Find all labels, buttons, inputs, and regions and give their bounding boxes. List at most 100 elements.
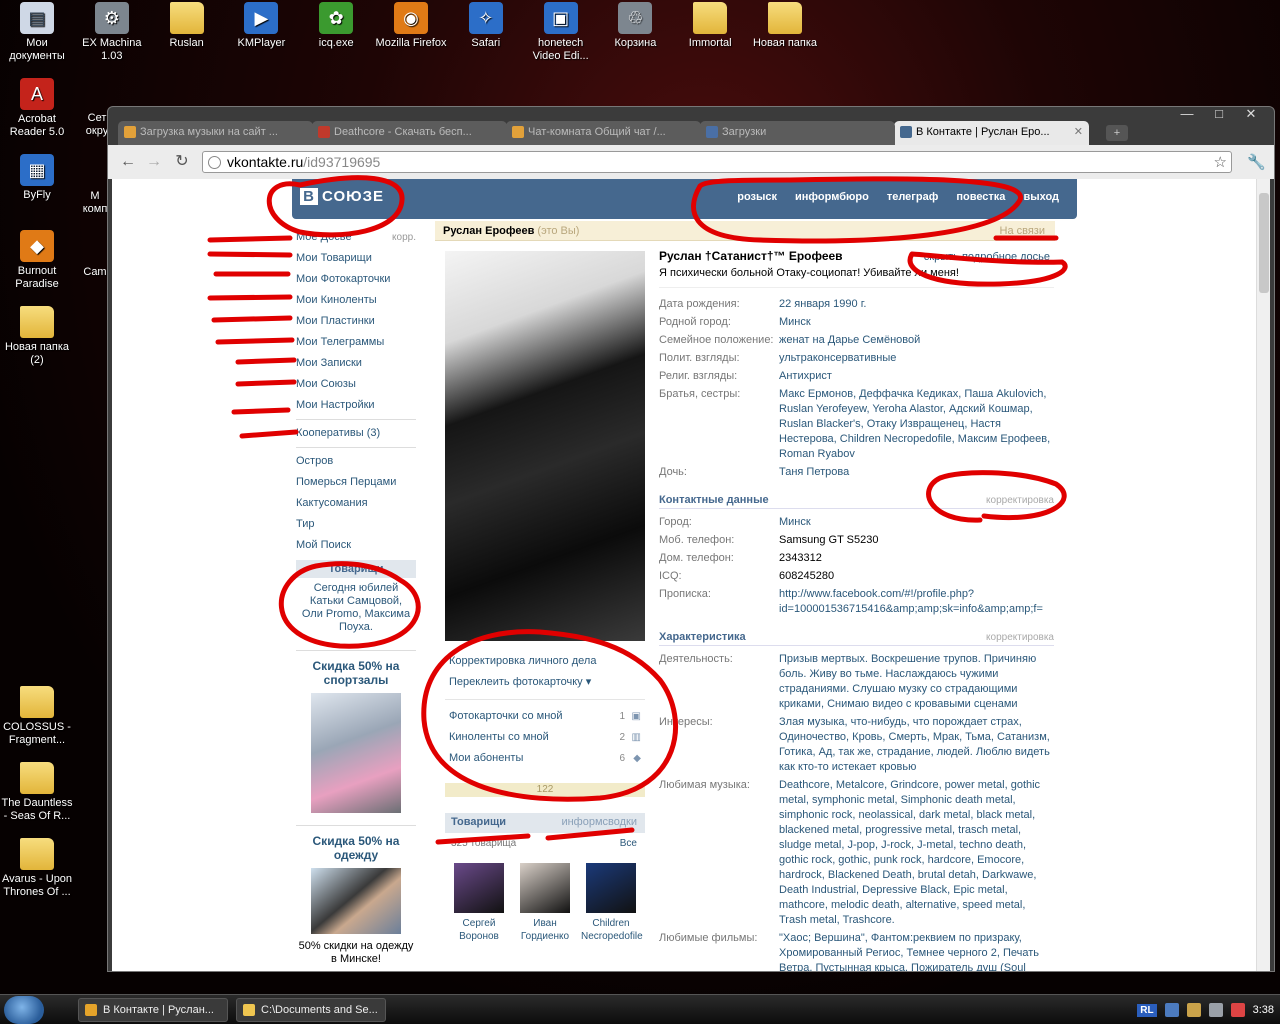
- ad-image[interactable]: [311, 868, 401, 934]
- forward-icon[interactable]: →: [144, 153, 164, 171]
- nav-3[interactable]: повестка: [956, 191, 1005, 203]
- info-value[interactable]: ультраконсервативные: [779, 351, 896, 366]
- menu-edit-link[interactable]: корр.: [392, 227, 416, 248]
- close-button[interactable]: ✕: [1236, 107, 1266, 123]
- menu-app-1[interactable]: Померься Перцами: [296, 472, 416, 493]
- info-value[interactable]: Злая музыка, что-нибудь, что порождает с…: [779, 715, 1054, 775]
- volume-icon[interactable]: [1208, 1003, 1223, 1017]
- browser-tab-1[interactable]: Deathcore - Скачать бесп...: [312, 121, 507, 145]
- desktop-icon-computer-partial[interactable]: М комп: [82, 190, 108, 216]
- hide-details-link[interactable]: скрыть подробное досье: [924, 251, 1050, 263]
- desktop-icon-left-3[interactable]: Новая папка (2): [0, 306, 74, 367]
- desktop-icon-left-1[interactable]: ▦ ByFly: [0, 154, 74, 202]
- tray-app-icon[interactable]: [1186, 1003, 1201, 1017]
- desktop-icon-3[interactable]: ▶ KMPlayer: [224, 2, 298, 50]
- friend-card-2[interactable]: Children Necropedofile: [581, 863, 643, 943]
- friend-card-0[interactable]: Сергей Воронов: [449, 863, 509, 943]
- browser-tab-2[interactable]: Чат-комната Общий чат /...: [506, 121, 701, 145]
- tray-alert-icon[interactable]: [1230, 1003, 1245, 1017]
- start-button[interactable]: [4, 996, 44, 1024]
- info-value[interactable]: Deathcore, Metalcore, Grindcore, power m…: [779, 778, 1054, 928]
- ad-sports[interactable]: Скидка 50% на спортзалы: [296, 650, 416, 813]
- traits-edit-link[interactable]: корректировка: [986, 632, 1054, 643]
- desktop-icon-7[interactable]: ▣ honetech Video Edi...: [524, 2, 598, 63]
- contacts-edit-link[interactable]: корректировка: [986, 495, 1054, 506]
- menu-app-4[interactable]: Мой Поиск: [296, 535, 416, 556]
- desktop-icon-left-5[interactable]: The Dauntless - Seas Of R...: [0, 762, 74, 823]
- avatar[interactable]: [454, 863, 504, 913]
- menu-item-5[interactable]: Мои Телеграммы: [296, 332, 416, 353]
- desktop-icon-left-4[interactable]: COLOSSUS - Fragment...: [0, 686, 74, 747]
- desktop-icon-left-0[interactable]: A Acrobat Reader 5.0: [0, 78, 74, 139]
- info-value[interactable]: Минск: [779, 315, 811, 330]
- photo-link-2[interactable]: Мои абоненты 6 ◆: [445, 748, 645, 769]
- menu-item-6[interactable]: Мои Записки: [296, 353, 416, 374]
- info-value[interactable]: Призыв мертвых. Воскрешение трупов. Прич…: [779, 652, 1054, 712]
- ad-image[interactable]: [311, 693, 401, 813]
- menu-item-0[interactable]: Моё Досье корр.: [296, 227, 416, 248]
- desktop-icon-5[interactable]: ◉ Mozilla Firefox: [374, 2, 448, 50]
- desktop-icon-6[interactable]: ✧ Safari: [449, 2, 523, 50]
- menu-coops[interactable]: Кооперативы (3): [296, 423, 416, 444]
- taskbar-task-1[interactable]: C:\Documents and Se...: [236, 998, 386, 1022]
- address-bar[interactable]: vkontakte.ru/id93719695 ☆: [202, 151, 1232, 173]
- back-icon[interactable]: ←: [118, 153, 138, 171]
- tab-close-icon[interactable]: ✕: [1074, 125, 1083, 138]
- info-value[interactable]: http://www.facebook.com/#!/profile.php?i…: [779, 587, 1054, 617]
- menu-item-8[interactable]: Мои Настройки: [296, 395, 416, 416]
- desktop-icon-10[interactable]: Новая папка: [748, 2, 822, 50]
- info-value[interactable]: Samsung GT S5230: [779, 533, 878, 548]
- info-value[interactable]: женат на Дарье Семёновой: [779, 333, 920, 348]
- tab-friends[interactable]: Товарищи: [451, 816, 506, 828]
- avatar[interactable]: [520, 863, 570, 913]
- desktop-icon-left-6[interactable]: Avarus - Upon Thrones Of ...: [0, 838, 74, 899]
- info-value[interactable]: Минск: [779, 515, 811, 530]
- menu-item-3[interactable]: Мои Киноленты: [296, 290, 416, 311]
- desktop-icon-4[interactable]: ✿ icq.exe: [299, 2, 373, 50]
- desktop-icon-2[interactable]: Ruslan: [150, 2, 224, 50]
- desktop-icon-8[interactable]: ♲ Корзина: [598, 2, 672, 50]
- info-value[interactable]: Антихрист: [779, 369, 832, 384]
- bookmark-star-icon[interactable]: ☆: [1214, 153, 1227, 171]
- new-tab-button[interactable]: +: [1106, 125, 1128, 141]
- desktop-icon-0[interactable]: ▤ Мои документы: [0, 2, 74, 63]
- info-value[interactable]: 22 января 1990 г.: [779, 297, 866, 312]
- info-value[interactable]: Таня Петрова: [779, 465, 849, 480]
- tab-news[interactable]: информсводки: [561, 816, 637, 828]
- language-indicator[interactable]: RL: [1137, 1003, 1157, 1017]
- desktop-icon-1[interactable]: ⚙ EX Machina 1.03: [75, 2, 149, 63]
- vk-logo[interactable]: В СОЮЗЕ: [300, 188, 384, 205]
- reload-icon[interactable]: ↻: [172, 153, 192, 171]
- browser-tab-0[interactable]: Загрузка музыки на сайт ...: [118, 121, 313, 145]
- network-icon[interactable]: [1164, 1003, 1179, 1017]
- info-value[interactable]: Макс Ермонов, Деффачка Кедиках, Паша Aku…: [779, 387, 1054, 462]
- menu-app-2[interactable]: Кактусомания: [296, 493, 416, 514]
- desktop-icon-left-2[interactable]: ◆ Burnout Paradise: [0, 230, 74, 291]
- scrollbar-thumb[interactable]: [1259, 193, 1269, 293]
- browser-tab-4[interactable]: В Контакте | Руслан Еро... ✕: [894, 121, 1089, 145]
- photo-link-0[interactable]: Фотокарточки со мной 1 ▣: [445, 706, 645, 727]
- nav-1[interactable]: информбюро: [795, 191, 869, 203]
- menu-item-1[interactable]: Мои Товарищи: [296, 248, 416, 269]
- desktop-icon-9[interactable]: Immortal: [673, 2, 747, 50]
- photo-link-1[interactable]: Киноленты со мной 2 ▥: [445, 727, 645, 748]
- taskbar-task-0[interactable]: В Контакте | Руслан...: [78, 998, 228, 1022]
- desktop-icon-cam-partial[interactable]: Cam: [82, 266, 108, 279]
- nav-2[interactable]: телеграф: [887, 191, 939, 203]
- nav-4[interactable]: выход: [1023, 191, 1059, 203]
- friend-card-1[interactable]: Иван Гордиенко: [515, 863, 575, 943]
- wrench-icon[interactable]: 🔧: [1247, 153, 1266, 171]
- info-value[interactable]: 2343312: [779, 551, 822, 566]
- edit-profile-link[interactable]: Корректировка личного дела: [445, 651, 645, 672]
- nav-0[interactable]: розыск: [737, 191, 777, 203]
- ad-clothes[interactable]: Скидка 50% на одежду 50% скидки на одежд…: [296, 825, 416, 966]
- browser-tab-3[interactable]: Загрузки: [700, 121, 895, 145]
- birthday-box-text[interactable]: Сегодня юбилей Катьки Самцовой, Оли Prom…: [296, 578, 416, 638]
- friends-all-link[interactable]: Все: [620, 838, 637, 849]
- menu-item-7[interactable]: Мои Союзы: [296, 374, 416, 395]
- menu-app-3[interactable]: Тир: [296, 514, 416, 535]
- menu-item-2[interactable]: Мои Фотокарточки: [296, 269, 416, 290]
- info-value[interactable]: "Хаос; Вершина", Фантом:реквием по призр…: [779, 931, 1054, 971]
- profile-photo[interactable]: [445, 251, 645, 641]
- avatar[interactable]: [586, 863, 636, 913]
